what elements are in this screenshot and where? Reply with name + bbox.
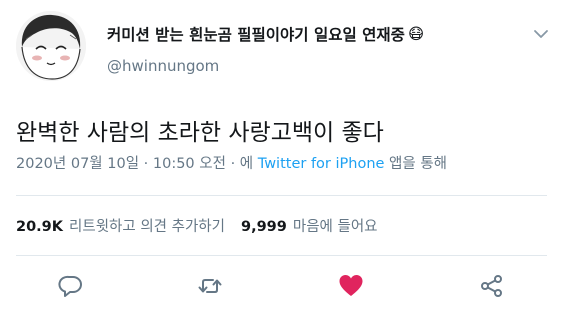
likes-label[interactable]: 마음에 들어요 (293, 215, 378, 236)
tweet-time[interactable]: 10:50 오전 (153, 156, 226, 172)
retweets-label[interactable]: 리트윗하고 의견 추가하기 (69, 215, 225, 236)
source-link[interactable]: Twitter for iPhone (258, 156, 385, 172)
display-name-text: 커미션 받는 흰눈곰 필필이야기 일요일 연재중 (107, 26, 405, 44)
divider (16, 255, 547, 256)
divider (16, 195, 547, 196)
chevron-down-icon[interactable] (533, 28, 549, 40)
tweet-date[interactable]: 2020년 07월 10일 (16, 156, 139, 172)
retweet-icon[interactable] (197, 273, 223, 299)
like-icon[interactable] (338, 273, 364, 299)
source-prefix: · 에 (230, 156, 254, 172)
display-name[interactable]: 커미션 받는 흰눈곰 필필이야기 일요일 연재중 😷 (107, 23, 424, 45)
tweet-stats: 20.9K 리트윗하고 의견 추가하기 9,999 마음에 들어요 (16, 215, 394, 236)
retweets-count[interactable]: 20.9K (16, 219, 63, 235)
tweet-meta: 2020년 07월 10일 · 10:50 오전 · 에 Twitter for… (16, 152, 447, 173)
mask-emoji-icon: 😷 (407, 25, 425, 43)
share-icon[interactable] (479, 273, 505, 299)
source-suffix: 앱을 통해 (389, 156, 448, 172)
avatar[interactable] (16, 11, 86, 81)
avatar-image (16, 11, 86, 81)
tweet-text: 완벽한 사람의 초라한 사랑고백이 좋다 (16, 120, 384, 146)
meta-separator: · (143, 156, 149, 172)
reply-icon[interactable] (58, 273, 84, 299)
user-handle[interactable]: @hwinnungom (107, 57, 219, 75)
likes-count[interactable]: 9,999 (241, 219, 287, 235)
